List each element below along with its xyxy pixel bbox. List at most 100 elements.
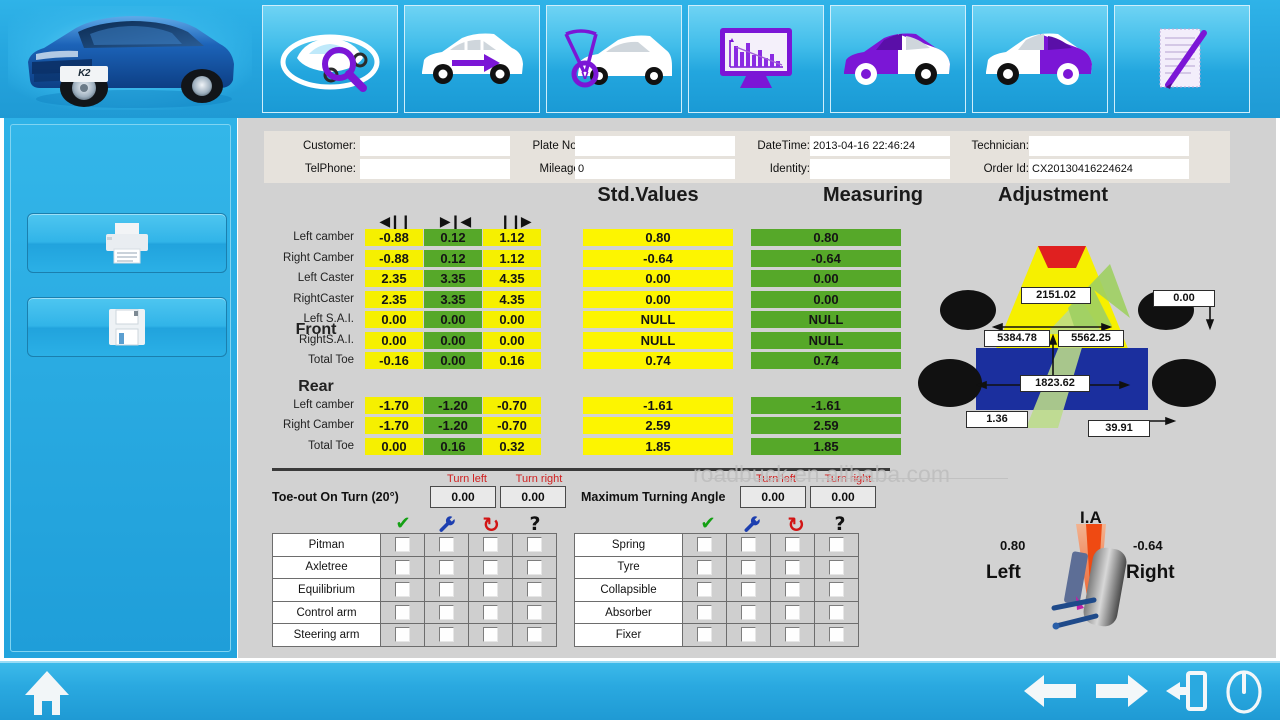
checklist-checkbox-cell[interactable]	[513, 556, 557, 579]
checklist-checkbox-cell[interactable]	[425, 534, 469, 557]
checkbox[interactable]	[741, 627, 756, 642]
checklist-checkbox-cell[interactable]	[815, 624, 859, 647]
checkbox[interactable]	[741, 560, 756, 575]
checklist-checkbox-cell[interactable]	[683, 556, 727, 579]
toe-out-left-value[interactable]: 0.00	[430, 486, 496, 508]
checklist-checkbox-cell[interactable]	[683, 624, 727, 647]
plate-input[interactable]	[575, 136, 735, 156]
checkbox[interactable]	[483, 627, 498, 642]
checklist-checkbox-cell[interactable]	[815, 556, 859, 579]
checkbox[interactable]	[527, 537, 542, 552]
checkbox[interactable]	[483, 560, 498, 575]
checklist-checkbox-cell[interactable]	[469, 601, 513, 624]
technician-input[interactable]	[1029, 136, 1189, 156]
toolbar-button-vehicle-angle[interactable]: v	[546, 5, 682, 113]
power-button[interactable]	[1222, 668, 1266, 719]
checkbox[interactable]	[439, 627, 454, 642]
checklist-checkbox-cell[interactable]	[381, 601, 425, 624]
checklist-checkbox-cell[interactable]	[381, 534, 425, 557]
checkbox[interactable]	[697, 627, 712, 642]
checkbox[interactable]	[527, 627, 542, 642]
toolbar-button-measure-chart[interactable]	[688, 5, 824, 113]
checkbox[interactable]	[697, 605, 712, 620]
checklist-checkbox-cell[interactable]	[727, 579, 771, 602]
checkbox[interactable]	[829, 560, 844, 575]
checklist-checkbox-cell[interactable]	[683, 534, 727, 557]
checklist-checkbox-cell[interactable]	[683, 601, 727, 624]
checklist-checkbox-cell[interactable]	[469, 556, 513, 579]
save-button[interactable]	[27, 297, 227, 357]
checklist-checkbox-cell[interactable]	[425, 579, 469, 602]
checkbox[interactable]	[439, 605, 454, 620]
checkbox[interactable]	[829, 627, 844, 642]
toolbar-button-report-edit[interactable]	[1114, 5, 1250, 113]
checklist-checkbox-cell[interactable]	[727, 624, 771, 647]
checklist-checkbox-cell[interactable]	[469, 624, 513, 647]
checkbox[interactable]	[741, 605, 756, 620]
toolbar-button-rear-axle[interactable]	[972, 5, 1108, 113]
checklist-checkbox-cell[interactable]	[425, 556, 469, 579]
checkbox[interactable]	[785, 537, 800, 552]
checklist-checkbox-cell[interactable]	[513, 534, 557, 557]
toe-out-right-value[interactable]: 0.00	[500, 486, 566, 508]
max-angle-left-value[interactable]: 0.00	[740, 486, 806, 508]
checkbox[interactable]	[741, 537, 756, 552]
orderid-input[interactable]	[1029, 159, 1189, 179]
checkbox[interactable]	[439, 582, 454, 597]
checkbox[interactable]	[785, 605, 800, 620]
checklist-checkbox-cell[interactable]	[381, 624, 425, 647]
checklist-checkbox-cell[interactable]	[469, 534, 513, 557]
checkbox[interactable]	[697, 537, 712, 552]
checklist-checkbox-cell[interactable]	[727, 556, 771, 579]
max-angle-right-value[interactable]: 0.00	[810, 486, 876, 508]
checkbox[interactable]	[483, 537, 498, 552]
checklist-checkbox-cell[interactable]	[513, 624, 557, 647]
customer-input[interactable]	[360, 136, 510, 156]
next-button[interactable]	[1092, 669, 1152, 718]
checklist-checkbox-cell[interactable]	[815, 601, 859, 624]
checklist-checkbox-cell[interactable]	[727, 534, 771, 557]
toolbar-button-front-axle[interactable]	[830, 5, 966, 113]
checkbox[interactable]	[527, 582, 542, 597]
checklist-checkbox-cell[interactable]	[771, 579, 815, 602]
checklist-checkbox-cell[interactable]	[683, 579, 727, 602]
checklist-checkbox-cell[interactable]	[727, 601, 771, 624]
exit-button[interactable]	[1164, 668, 1210, 719]
checkbox[interactable]	[395, 537, 410, 552]
toolbar-button-vehicle-push[interactable]	[404, 5, 540, 113]
print-button[interactable]	[27, 213, 227, 273]
checkbox[interactable]	[741, 582, 756, 597]
toolbar-button-vehicle-inspect[interactable]	[262, 5, 398, 113]
checkbox[interactable]	[527, 605, 542, 620]
checkbox[interactable]	[785, 582, 800, 597]
checklist-checkbox-cell[interactable]	[815, 534, 859, 557]
checkbox[interactable]	[439, 537, 454, 552]
checkbox[interactable]	[395, 582, 410, 597]
checklist-checkbox-cell[interactable]	[771, 601, 815, 624]
checkbox[interactable]	[829, 582, 844, 597]
checkbox[interactable]	[829, 605, 844, 620]
checkbox[interactable]	[483, 582, 498, 597]
checkbox[interactable]	[829, 537, 844, 552]
home-button[interactable]	[22, 669, 72, 717]
checkbox[interactable]	[395, 627, 410, 642]
checklist-checkbox-cell[interactable]	[469, 579, 513, 602]
mileage-input[interactable]	[575, 159, 735, 179]
checkbox[interactable]	[483, 605, 498, 620]
checklist-checkbox-cell[interactable]	[513, 601, 557, 624]
checkbox[interactable]	[697, 560, 712, 575]
checklist-checkbox-cell[interactable]	[425, 601, 469, 624]
checklist-checkbox-cell[interactable]	[771, 534, 815, 557]
previous-button[interactable]	[1020, 669, 1080, 718]
checkbox[interactable]	[527, 560, 542, 575]
checkbox[interactable]	[395, 605, 410, 620]
checklist-checkbox-cell[interactable]	[771, 556, 815, 579]
checkbox[interactable]	[697, 582, 712, 597]
checkbox[interactable]	[785, 560, 800, 575]
checklist-checkbox-cell[interactable]	[771, 624, 815, 647]
checklist-checkbox-cell[interactable]	[381, 579, 425, 602]
checkbox[interactable]	[785, 627, 800, 642]
datetime-input[interactable]	[810, 136, 950, 156]
checkbox[interactable]	[395, 560, 410, 575]
checkbox[interactable]	[439, 560, 454, 575]
